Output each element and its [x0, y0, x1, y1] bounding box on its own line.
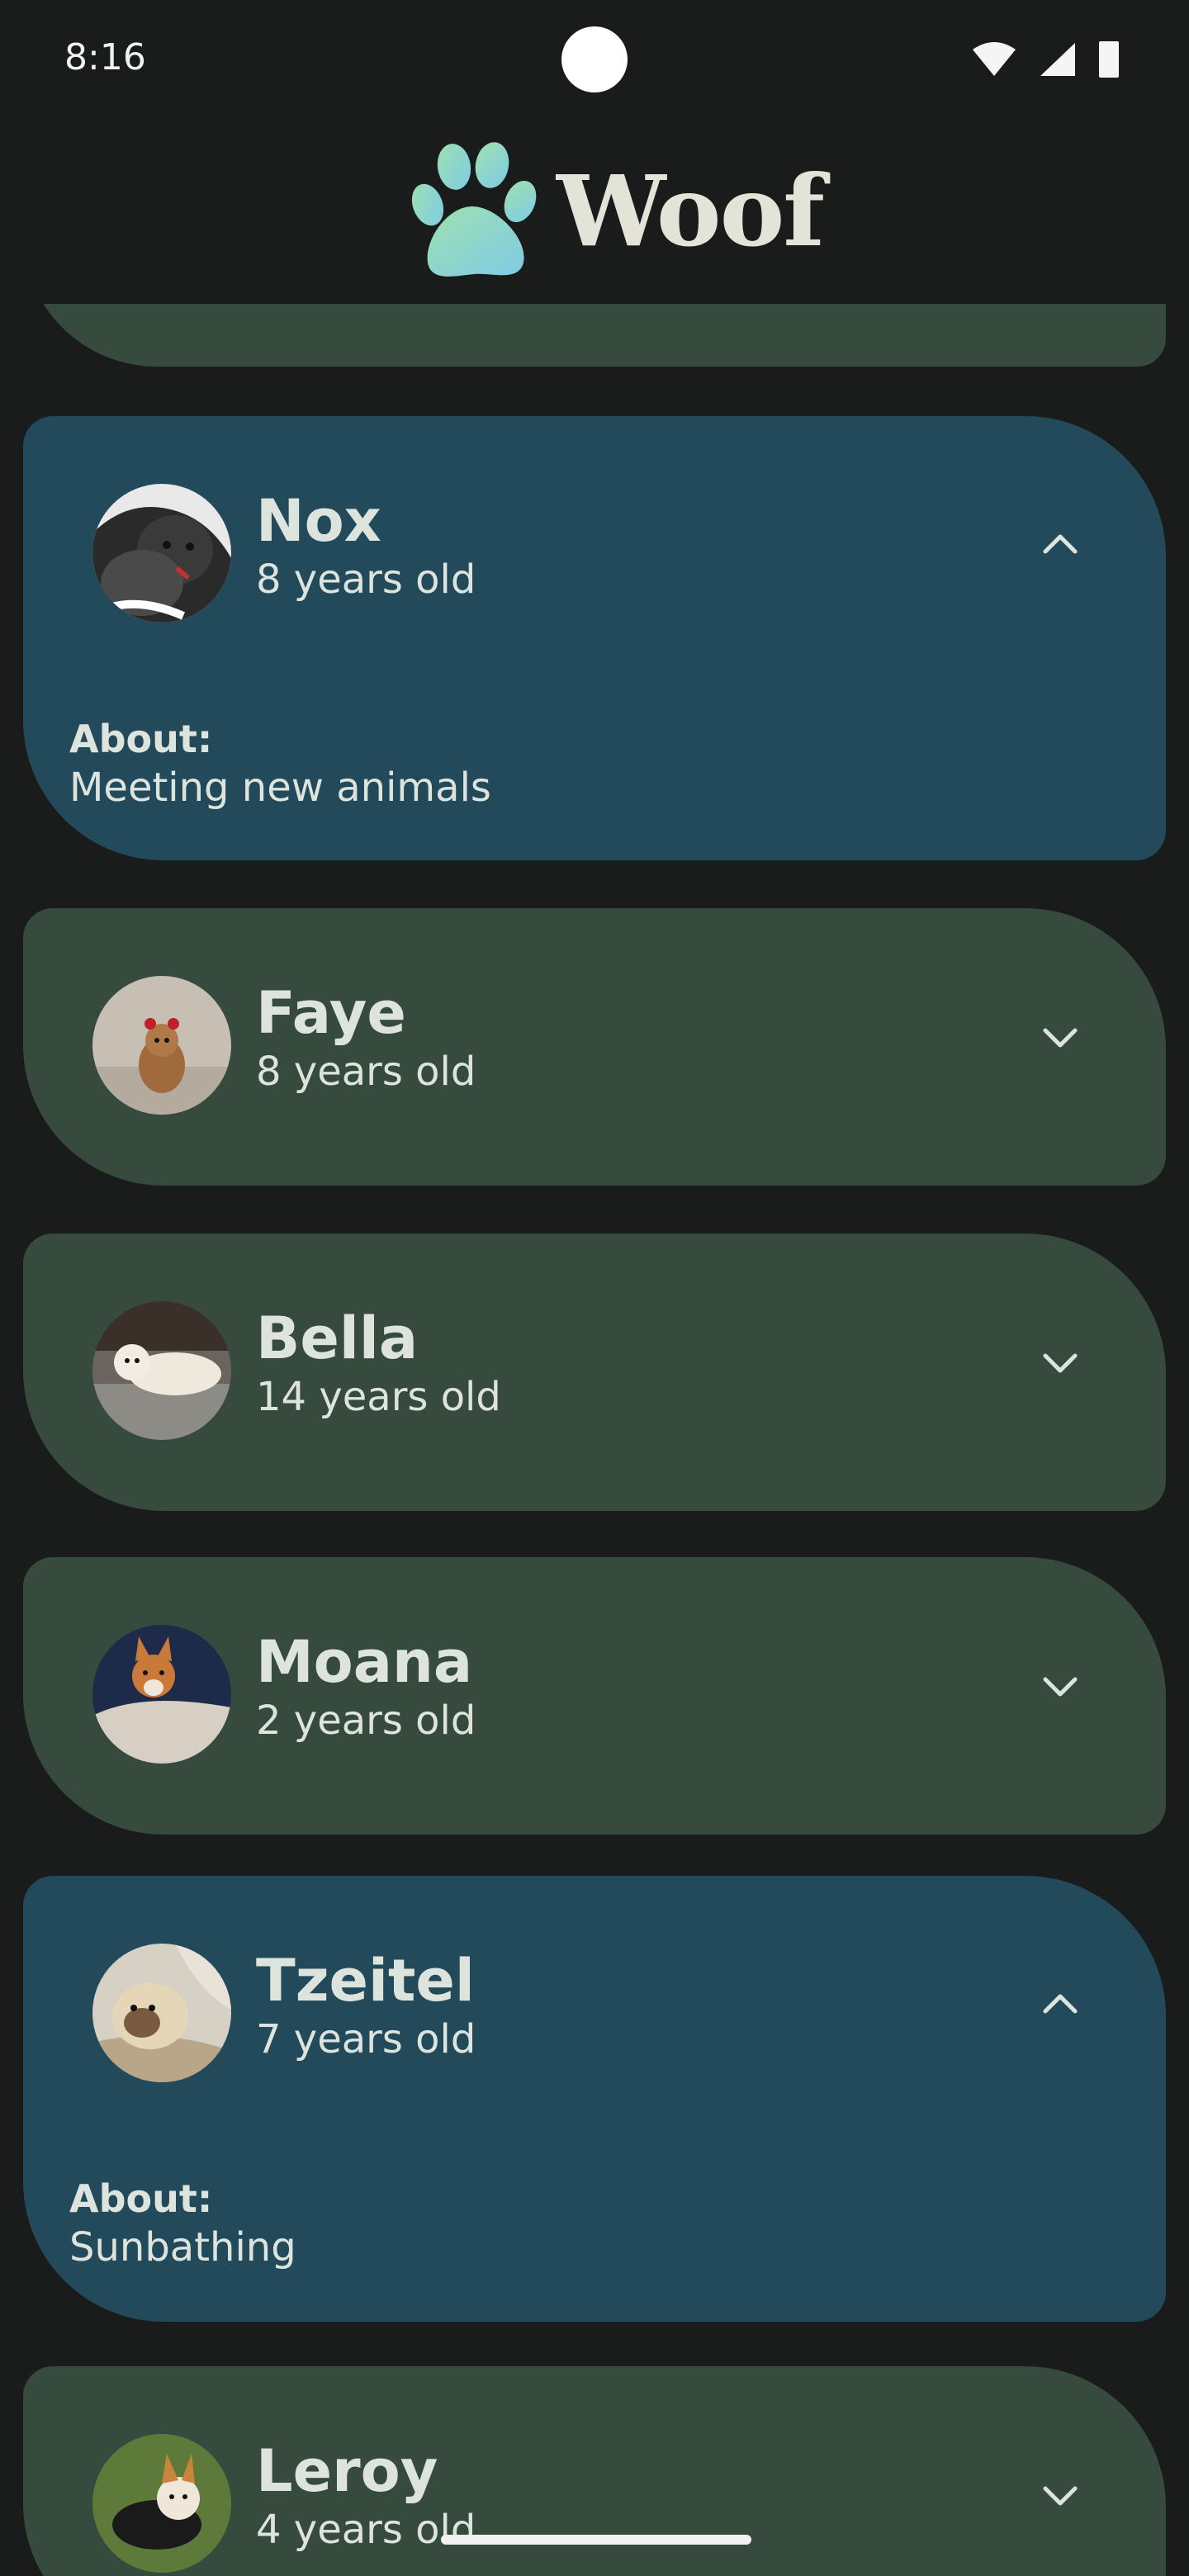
wifi-icon — [973, 42, 1016, 76]
top-app-bar: Woof — [0, 119, 1189, 304]
dog-name: Nox — [256, 487, 381, 555]
chevron-down-icon[interactable] — [1037, 1663, 1083, 1709]
chevron-up-icon[interactable] — [1037, 522, 1083, 568]
about-text: Meeting new animals — [69, 765, 491, 811]
dog-card-moana[interactable]: Moana 2 years old — [23, 1557, 1166, 1835]
dog-age: 8 years old — [256, 556, 476, 603]
status-bar: 8:16 — [0, 0, 1189, 119]
dog-age: 2 years old — [256, 1698, 476, 1744]
chevron-down-icon[interactable] — [1037, 1014, 1083, 1060]
status-icons — [971, 40, 1120, 79]
dog-avatar-moana — [92, 1625, 231, 1764]
battery-icon — [1099, 41, 1119, 78]
chevron-down-icon[interactable] — [1037, 2472, 1083, 2518]
chevron-up-icon[interactable] — [1037, 1982, 1083, 2028]
dog-avatar-faye — [92, 976, 231, 1115]
status-time: 8:16 — [64, 36, 146, 78]
dog-age: 7 years old — [256, 2016, 476, 2062]
dog-card-partial[interactable] — [23, 304, 1166, 367]
dog-avatar-tzeitel — [92, 1944, 231, 2082]
dog-name: Faye — [256, 979, 406, 1047]
dog-name: Tzeitel — [256, 1947, 475, 2015]
about-label: About: — [69, 2176, 213, 2221]
dog-avatar-leroy — [92, 2434, 231, 2573]
dog-age: 4 years old — [256, 2507, 476, 2553]
brand: Woof — [405, 140, 825, 282]
home-indicator[interactable] — [441, 2535, 751, 2545]
dog-name: Bella — [256, 1305, 419, 1372]
chevron-down-icon[interactable] — [1037, 1339, 1083, 1385]
about-label: About: — [69, 717, 213, 761]
dog-avatar-nox — [92, 484, 231, 623]
dog-card-tzeitel[interactable]: Tzeitel 7 years old About: Sunbathing — [23, 1876, 1166, 2322]
dog-card-bella[interactable]: Bella 14 years old — [23, 1234, 1166, 1511]
dog-card-nox[interactable]: Nox 8 years old About: Meeting new anima… — [23, 416, 1166, 860]
paw-icon — [411, 142, 537, 277]
dog-list[interactable]: Nox 8 years old About: Meeting new anima… — [0, 304, 1189, 2576]
app-title: Woof — [557, 154, 825, 268]
dog-age: 8 years old — [256, 1049, 476, 1095]
dog-name: Leroy — [256, 2437, 438, 2505]
about-text: Sunbathing — [69, 2224, 296, 2271]
dog-name: Moana — [256, 1628, 473, 1696]
camera-cutout — [561, 26, 628, 92]
dog-avatar-bella — [92, 1301, 231, 1440]
dog-card-faye[interactable]: Faye 8 years old — [23, 908, 1166, 1186]
signal-icon — [1040, 43, 1075, 76]
dog-age: 14 years old — [256, 1374, 501, 1420]
